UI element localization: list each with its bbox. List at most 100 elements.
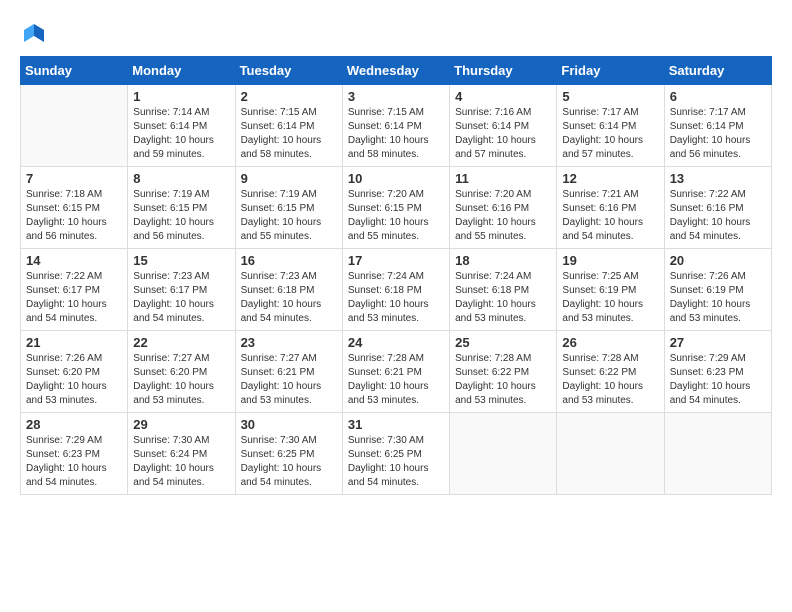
day-info: Sunrise: 7:25 AM Sunset: 6:19 PM Dayligh…	[562, 270, 658, 326]
day-info: Sunrise: 7:26 AM Sunset: 6:19 PM Dayligh…	[670, 270, 766, 326]
day-number: 18	[455, 253, 551, 268]
day-number: 12	[562, 171, 658, 186]
header-cell-saturday: Saturday	[664, 57, 771, 85]
day-info: Sunrise: 7:27 AM Sunset: 6:20 PM Dayligh…	[133, 352, 229, 408]
day-info: Sunrise: 7:27 AM Sunset: 6:21 PM Dayligh…	[241, 352, 337, 408]
calendar-cell: 30 Sunrise: 7:30 AM Sunset: 6:25 PM Dayli…	[235, 413, 342, 495]
day-number: 10	[348, 171, 444, 186]
day-info: Sunrise: 7:19 AM Sunset: 6:15 PM Dayligh…	[133, 188, 229, 244]
calendar-cell: 21 Sunrise: 7:26 AM Sunset: 6:20 PM Dayli…	[21, 331, 128, 413]
day-info: Sunrise: 7:29 AM Sunset: 6:23 PM Dayligh…	[26, 434, 122, 490]
calendar-week-row: 1 Sunrise: 7:14 AM Sunset: 6:14 PM Daylig…	[21, 85, 772, 167]
day-info: Sunrise: 7:30 AM Sunset: 6:24 PM Dayligh…	[133, 434, 229, 490]
day-info: Sunrise: 7:20 AM Sunset: 6:15 PM Dayligh…	[348, 188, 444, 244]
day-number: 6	[670, 89, 766, 104]
day-info: Sunrise: 7:23 AM Sunset: 6:17 PM Dayligh…	[133, 270, 229, 326]
day-number: 16	[241, 253, 337, 268]
header-cell-wednesday: Wednesday	[342, 57, 449, 85]
day-number: 11	[455, 171, 551, 186]
day-info: Sunrise: 7:30 AM Sunset: 6:25 PM Dayligh…	[241, 434, 337, 490]
calendar-cell: 25 Sunrise: 7:28 AM Sunset: 6:22 PM Dayli…	[450, 331, 557, 413]
day-number: 31	[348, 417, 444, 432]
calendar-cell: 27 Sunrise: 7:29 AM Sunset: 6:23 PM Dayli…	[664, 331, 771, 413]
day-number: 4	[455, 89, 551, 104]
calendar-cell: 12 Sunrise: 7:21 AM Sunset: 6:16 PM Dayli…	[557, 167, 664, 249]
day-info: Sunrise: 7:14 AM Sunset: 6:14 PM Dayligh…	[133, 106, 229, 162]
calendar-cell: 3 Sunrise: 7:15 AM Sunset: 6:14 PM Daylig…	[342, 85, 449, 167]
calendar-body: 1 Sunrise: 7:14 AM Sunset: 6:14 PM Daylig…	[21, 85, 772, 495]
day-info: Sunrise: 7:16 AM Sunset: 6:14 PM Dayligh…	[455, 106, 551, 162]
day-number: 30	[241, 417, 337, 432]
day-info: Sunrise: 7:18 AM Sunset: 6:15 PM Dayligh…	[26, 188, 122, 244]
calendar-cell: 6 Sunrise: 7:17 AM Sunset: 6:14 PM Daylig…	[664, 85, 771, 167]
calendar-week-row: 21 Sunrise: 7:26 AM Sunset: 6:20 PM Dayli…	[21, 331, 772, 413]
day-info: Sunrise: 7:24 AM Sunset: 6:18 PM Dayligh…	[348, 270, 444, 326]
day-number: 26	[562, 335, 658, 350]
day-number: 29	[133, 417, 229, 432]
calendar-cell	[664, 413, 771, 495]
day-number: 5	[562, 89, 658, 104]
day-number: 23	[241, 335, 337, 350]
header-cell-monday: Monday	[128, 57, 235, 85]
calendar-cell	[557, 413, 664, 495]
calendar-cell: 16Sunrise: 7:23 AM Sunset: 6:18 PM Dayli…	[235, 249, 342, 331]
day-number: 22	[133, 335, 229, 350]
calendar-cell: 5 Sunrise: 7:17 AM Sunset: 6:14 PM Daylig…	[557, 85, 664, 167]
day-number: 3	[348, 89, 444, 104]
day-info: Sunrise: 7:28 AM Sunset: 6:21 PM Dayligh…	[348, 352, 444, 408]
calendar-week-row: 28 Sunrise: 7:29 AM Sunset: 6:23 PM Dayli…	[21, 413, 772, 495]
day-number: 1	[133, 89, 229, 104]
day-number: 25	[455, 335, 551, 350]
calendar-week-row: 7 Sunrise: 7:18 AM Sunset: 6:15 PM Daylig…	[21, 167, 772, 249]
header-cell-tuesday: Tuesday	[235, 57, 342, 85]
calendar-cell: 20 Sunrise: 7:26 AM Sunset: 6:19 PM Dayli…	[664, 249, 771, 331]
calendar-cell: 11 Sunrise: 7:20 AM Sunset: 6:16 PM Dayli…	[450, 167, 557, 249]
day-info: Sunrise: 7:22 AM Sunset: 6:16 PM Dayligh…	[670, 188, 766, 244]
calendar-cell	[450, 413, 557, 495]
day-number: 15	[133, 253, 229, 268]
logo	[20, 20, 52, 48]
calendar-cell: 29 Sunrise: 7:30 AM Sunset: 6:24 PM Dayli…	[128, 413, 235, 495]
calendar-cell: 4 Sunrise: 7:16 AM Sunset: 6:14 PM Daylig…	[450, 85, 557, 167]
calendar-cell: 18 Sunrise: 7:24 AM Sunset: 6:18 PM Dayli…	[450, 249, 557, 331]
calendar-cell: 19 Sunrise: 7:25 AM Sunset: 6:19 PM Dayli…	[557, 249, 664, 331]
calendar-cell	[21, 85, 128, 167]
calendar-cell: 13Sunrise: 7:22 AM Sunset: 6:16 PM Dayli…	[664, 167, 771, 249]
page-header	[20, 20, 772, 48]
day-number: 27	[670, 335, 766, 350]
day-info: Sunrise: 7:17 AM Sunset: 6:14 PM Dayligh…	[562, 106, 658, 162]
day-info: Sunrise: 7:26 AM Sunset: 6:20 PM Dayligh…	[26, 352, 122, 408]
calendar-cell: 24 Sunrise: 7:28 AM Sunset: 6:21 PM Dayli…	[342, 331, 449, 413]
day-number: 17	[348, 253, 444, 268]
day-number: 9	[241, 171, 337, 186]
day-number: 21	[26, 335, 122, 350]
calendar-cell: 28 Sunrise: 7:29 AM Sunset: 6:23 PM Dayli…	[21, 413, 128, 495]
calendar-cell: 10 Sunrise: 7:20 AM Sunset: 6:15 PM Dayli…	[342, 167, 449, 249]
day-number: 8	[133, 171, 229, 186]
day-info: Sunrise: 7:21 AM Sunset: 6:16 PM Dayligh…	[562, 188, 658, 244]
calendar-cell: 15 Sunrise: 7:23 AM Sunset: 6:17 PM Dayli…	[128, 249, 235, 331]
day-number: 14	[26, 253, 122, 268]
calendar-cell: 1 Sunrise: 7:14 AM Sunset: 6:14 PM Daylig…	[128, 85, 235, 167]
day-number: 20	[670, 253, 766, 268]
day-info: Sunrise: 7:28 AM Sunset: 6:22 PM Dayligh…	[455, 352, 551, 408]
calendar-cell: 23 Sunrise: 7:27 AM Sunset: 6:21 PM Dayli…	[235, 331, 342, 413]
day-info: Sunrise: 7:29 AM Sunset: 6:23 PM Dayligh…	[670, 352, 766, 408]
day-info: Sunrise: 7:20 AM Sunset: 6:16 PM Dayligh…	[455, 188, 551, 244]
day-number: 24	[348, 335, 444, 350]
day-number: 19	[562, 253, 658, 268]
header-cell-sunday: Sunday	[21, 57, 128, 85]
calendar-cell: 8 Sunrise: 7:19 AM Sunset: 6:15 PM Daylig…	[128, 167, 235, 249]
day-number: 7	[26, 171, 122, 186]
calendar-table: SundayMondayTuesdayWednesdayThursdayFrid…	[20, 56, 772, 495]
day-info: Sunrise: 7:28 AM Sunset: 6:22 PM Dayligh…	[562, 352, 658, 408]
calendar-header-row: SundayMondayTuesdayWednesdayThursdayFrid…	[21, 57, 772, 85]
calendar-cell: 7 Sunrise: 7:18 AM Sunset: 6:15 PM Daylig…	[21, 167, 128, 249]
calendar-cell: 2Sunrise: 7:15 AM Sunset: 6:14 PM Daylig…	[235, 85, 342, 167]
day-info: Sunrise: 7:22 AM Sunset: 6:17 PM Dayligh…	[26, 270, 122, 326]
calendar-cell: 9Sunrise: 7:19 AM Sunset: 6:15 PM Daylig…	[235, 167, 342, 249]
day-info: Sunrise: 7:15 AM Sunset: 6:14 PM Dayligh…	[348, 106, 444, 162]
day-info: Sunrise: 7:17 AM Sunset: 6:14 PM Dayligh…	[670, 106, 766, 162]
day-info: Sunrise: 7:24 AM Sunset: 6:18 PM Dayligh…	[455, 270, 551, 326]
day-number: 28	[26, 417, 122, 432]
